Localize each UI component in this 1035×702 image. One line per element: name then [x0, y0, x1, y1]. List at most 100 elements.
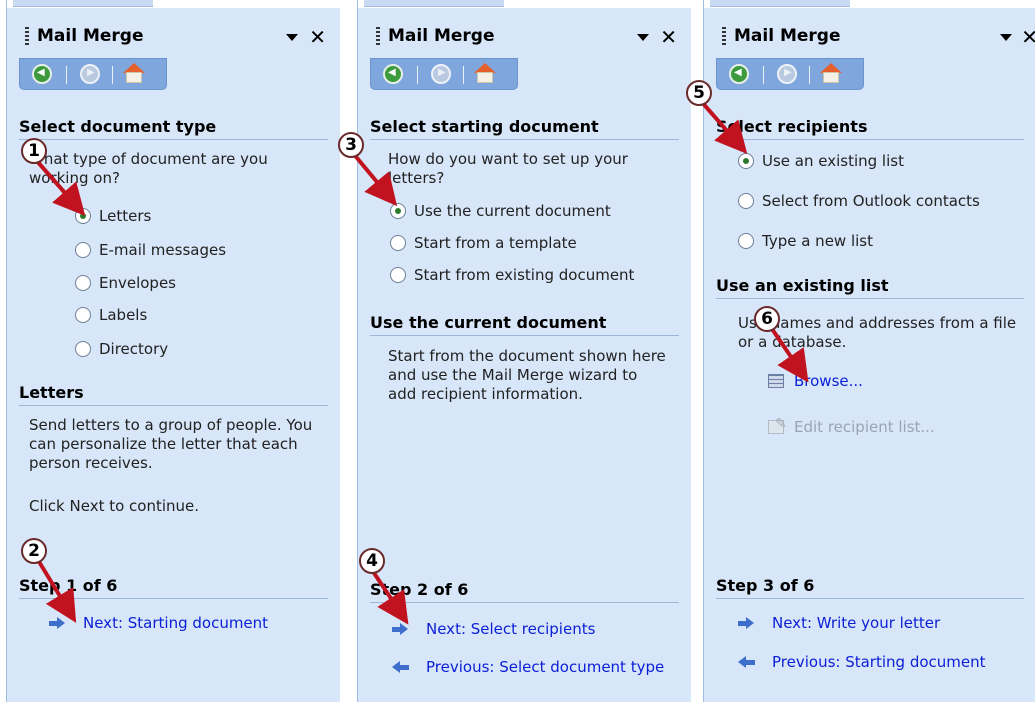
- description-text: Send letters to a group of people. You c…: [29, 416, 313, 472]
- document-tab-edge: [710, 0, 850, 7]
- grip-icon[interactable]: [25, 27, 29, 47]
- section-heading-document-type: Select document type: [19, 117, 328, 140]
- callout-6: 6: [754, 306, 780, 332]
- radio-label: Directory: [99, 340, 169, 358]
- radio-labels[interactable]: Labels: [75, 306, 147, 324]
- radio-button[interactable]: [738, 233, 754, 249]
- radio-letters[interactable]: Letters: [75, 207, 151, 225]
- section-heading-recipients: Select recipients: [716, 117, 1024, 140]
- home-icon[interactable]: [820, 63, 842, 83]
- back-icon[interactable]: [32, 64, 52, 84]
- grip-icon[interactable]: [722, 27, 726, 47]
- browse-label[interactable]: Browse...: [794, 372, 863, 390]
- radio-start-from-template[interactable]: Start from a template: [390, 234, 577, 252]
- radio-directory[interactable]: Directory: [75, 340, 168, 358]
- radio-button[interactable]: [75, 307, 91, 323]
- pane-title-bar: Mail Merge ✕: [7, 18, 340, 52]
- close-icon[interactable]: ✕: [309, 25, 326, 49]
- radio-button[interactable]: [75, 275, 91, 291]
- toolbar-separator: [66, 66, 67, 84]
- previous-arrow-icon: [738, 656, 758, 668]
- pane-top-strip: [704, 0, 1035, 8]
- pane-top-strip: [358, 0, 691, 8]
- radio-label: Labels: [99, 306, 148, 324]
- previous-link-label[interactable]: Previous: Select document type: [426, 658, 664, 676]
- previous-link[interactable]: Previous: Select document type: [392, 658, 664, 676]
- previous-arrow-icon: [392, 661, 412, 673]
- next-arrow-icon: [49, 617, 69, 629]
- radio-button[interactable]: [390, 203, 406, 219]
- previous-link-label[interactable]: Previous: Starting document: [772, 653, 986, 671]
- dropdown-icon[interactable]: [1000, 34, 1012, 41]
- dropdown-icon[interactable]: [286, 34, 298, 41]
- question-text: What type of document are you working on…: [29, 150, 268, 187]
- radio-button[interactable]: [390, 235, 406, 251]
- radio-label: Type a new list: [762, 232, 873, 250]
- grip-icon[interactable]: [376, 27, 380, 47]
- pane-top-strip: [7, 0, 340, 8]
- description-text: Start from the document shown here and u…: [388, 347, 666, 403]
- continue-hint: Click Next to continue.: [29, 497, 200, 515]
- previous-link[interactable]: Previous: Starting document: [738, 653, 986, 671]
- next-link-label[interactable]: Next: Select recipients: [426, 620, 595, 638]
- forward-icon[interactable]: [431, 64, 451, 84]
- radio-start-from-existing[interactable]: Start from existing document: [390, 266, 634, 284]
- next-link-label[interactable]: Next: Write your letter: [772, 614, 940, 632]
- radio-button[interactable]: [75, 242, 91, 258]
- close-icon[interactable]: ✕: [1021, 25, 1035, 49]
- radio-button[interactable]: [75, 341, 91, 357]
- radio-button[interactable]: [738, 193, 754, 209]
- edit-list-icon: [768, 415, 787, 434]
- pane-title: Mail Merge: [734, 26, 841, 46]
- document-tab-edge: [364, 0, 504, 7]
- toolbar-separator: [112, 66, 113, 84]
- callout-5: 5: [686, 80, 712, 106]
- pane-title-bar: Mail Merge ✕: [358, 18, 691, 52]
- radio-button[interactable]: [738, 153, 754, 169]
- pane-title: Mail Merge: [37, 26, 144, 46]
- radio-button[interactable]: [75, 208, 91, 224]
- toolbar-separator: [809, 66, 810, 84]
- callout-2: 2: [21, 538, 47, 564]
- pane-toolbar: [19, 58, 167, 90]
- next-link-label[interactable]: Next: Starting document: [83, 614, 268, 632]
- radio-label: Envelopes: [99, 274, 176, 292]
- close-icon[interactable]: ✕: [660, 25, 677, 49]
- back-icon[interactable]: [729, 64, 749, 84]
- section-heading-starting-document: Select starting document: [370, 117, 679, 140]
- radio-email-messages[interactable]: E-mail messages: [75, 241, 226, 259]
- radio-use-current-document[interactable]: Use the current document: [390, 202, 611, 220]
- section-heading-existing-list: Use an existing list: [716, 276, 1024, 299]
- next-arrow-icon: [392, 623, 412, 635]
- callout-3: 3: [338, 132, 364, 158]
- next-link[interactable]: Next: Select recipients: [392, 620, 595, 638]
- radio-label: E-mail messages: [99, 241, 227, 259]
- radio-outlook-contacts[interactable]: Select from Outlook contacts: [738, 192, 980, 210]
- radio-button[interactable]: [390, 267, 406, 283]
- radio-type-new-list[interactable]: Type a new list: [738, 232, 873, 250]
- next-link[interactable]: Next: Write your letter: [738, 614, 940, 632]
- radio-label: Start from existing document: [414, 266, 635, 284]
- forward-icon[interactable]: [777, 64, 797, 84]
- forward-icon[interactable]: [80, 64, 100, 84]
- radio-label: Select from Outlook contacts: [762, 192, 980, 210]
- next-arrow-icon: [738, 617, 758, 629]
- radio-envelopes[interactable]: Envelopes: [75, 274, 176, 292]
- home-icon[interactable]: [123, 63, 145, 83]
- back-icon[interactable]: [383, 64, 403, 84]
- home-icon[interactable]: [474, 63, 496, 83]
- dropdown-icon[interactable]: [637, 34, 649, 41]
- pane-toolbar: [716, 58, 864, 90]
- toolbar-separator: [417, 66, 418, 84]
- description-text: Use names and addresses from a file or a…: [738, 314, 1017, 351]
- document-tab-edge: [13, 0, 153, 7]
- mail-merge-pane-step2: Mail Merge ✕ Select starting document Ho…: [357, 0, 691, 702]
- mail-merge-pane-step3: Mail Merge ✕ Select recipients Use an ex…: [703, 0, 1035, 702]
- section-heading-current-document: Use the current document: [370, 313, 679, 336]
- browse-icon: [768, 374, 784, 388]
- browse-link[interactable]: Browse...: [760, 372, 863, 390]
- radio-use-existing-list[interactable]: Use an existing list: [738, 152, 904, 170]
- callout-1: 1: [21, 138, 47, 164]
- radio-label: Use the current document: [414, 202, 611, 220]
- next-link[interactable]: Next: Starting document: [49, 614, 268, 632]
